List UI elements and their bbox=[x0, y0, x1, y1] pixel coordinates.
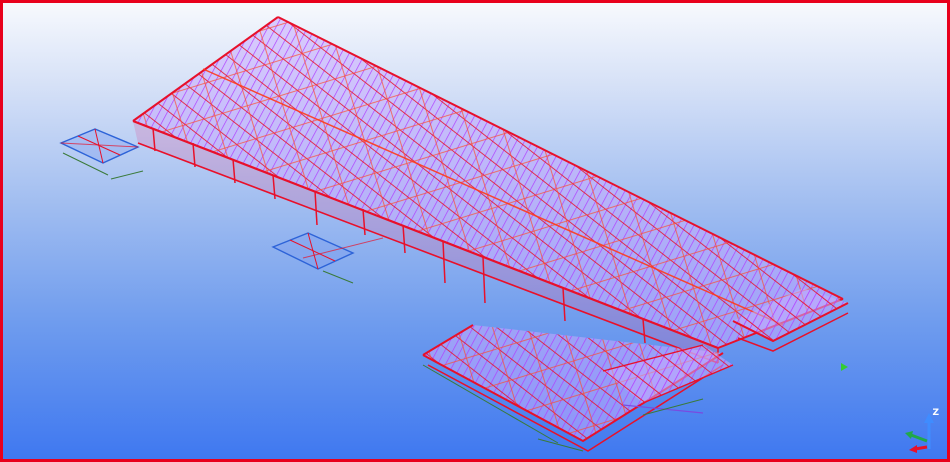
view-orientation-triad[interactable]: Z bbox=[903, 409, 939, 453]
left-platform[interactable] bbox=[59, 128, 144, 180]
3d-model-viewport[interactable]: Z bbox=[0, 0, 950, 462]
y-axis-arrow-icon bbox=[909, 445, 928, 453]
x-axis-arrow-icon bbox=[905, 431, 928, 443]
steel-structure-model[interactable] bbox=[3, 3, 947, 459]
middle-platform[interactable] bbox=[271, 232, 384, 284]
node-marker[interactable] bbox=[841, 363, 848, 371]
z-axis-arrow-icon bbox=[924, 413, 934, 449]
z-axis-label: Z bbox=[932, 408, 939, 418]
main-roof[interactable] bbox=[132, 16, 844, 349]
